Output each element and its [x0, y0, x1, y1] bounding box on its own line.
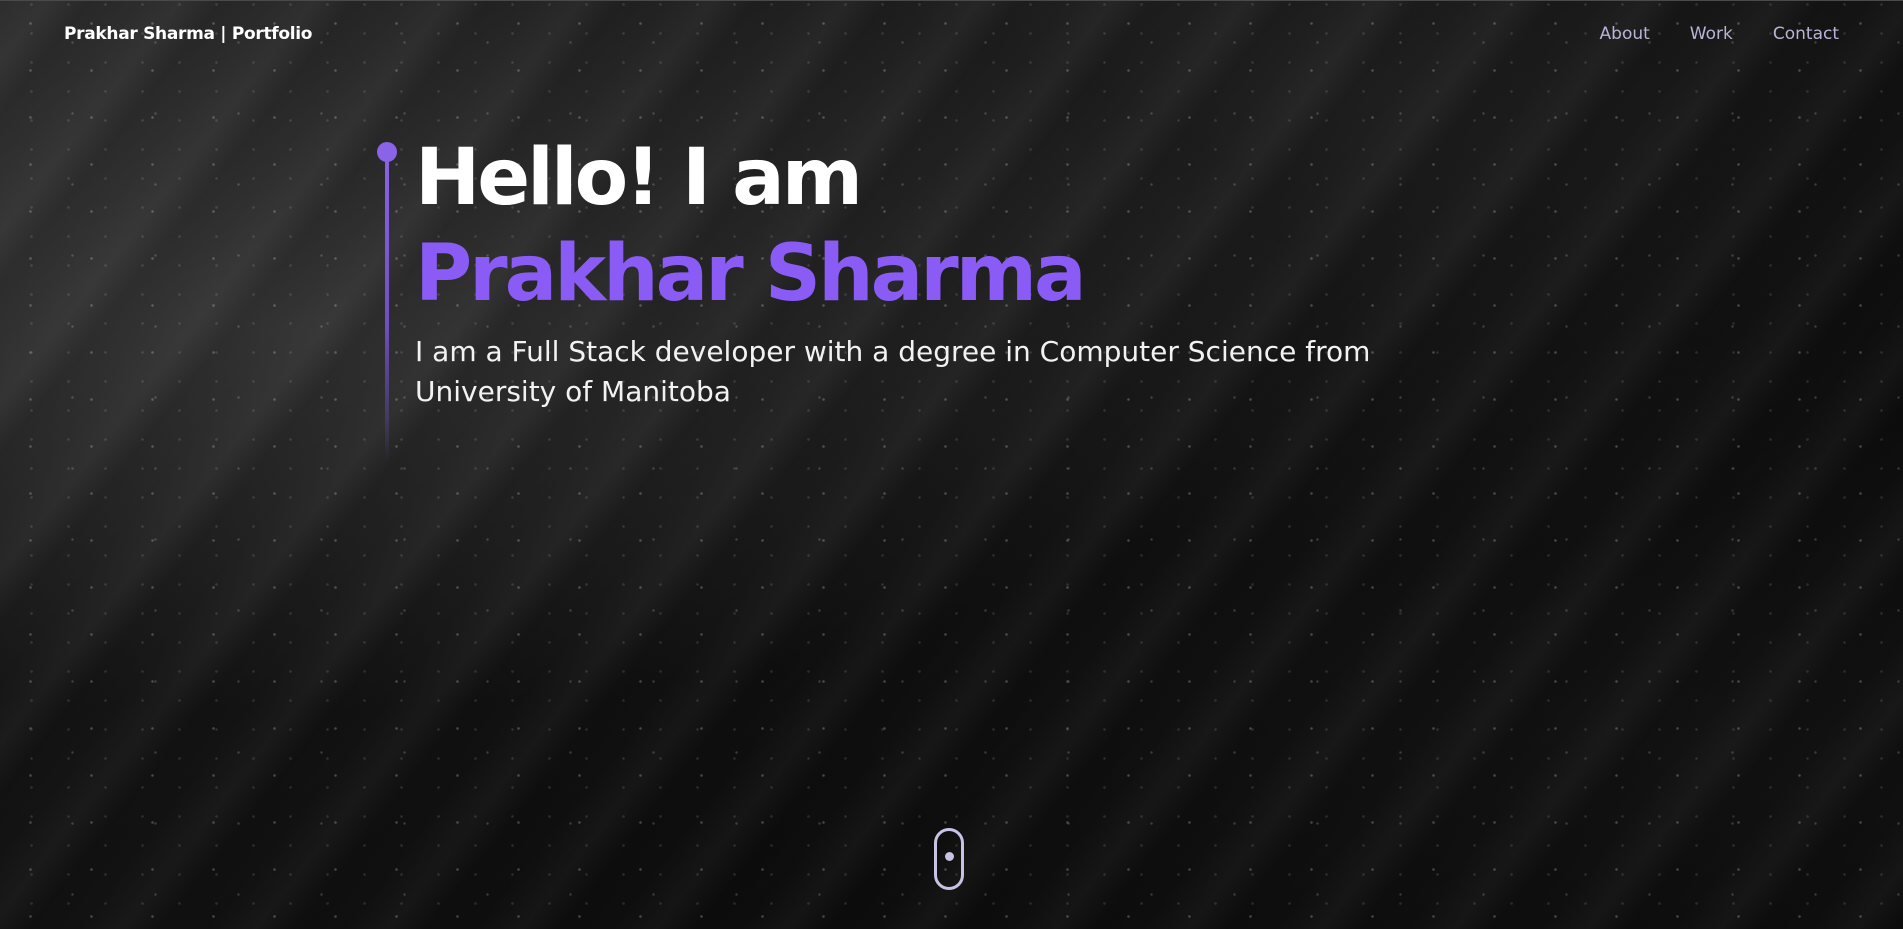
scroll-wheel-dot — [945, 852, 954, 861]
nav-about-link[interactable]: About — [1600, 24, 1650, 44]
top-border — [0, 0, 1903, 1]
mouse-scroll-icon[interactable] — [934, 828, 964, 890]
nav-contact-link[interactable]: Contact — [1773, 24, 1839, 44]
main-nav: About Work Contact — [1600, 24, 1839, 44]
hero-greeting: Hello! I am — [415, 133, 863, 223]
nav-work-link[interactable]: Work — [1690, 24, 1733, 44]
hero-name: Prakhar Sharma — [415, 229, 1087, 319]
hero-timeline — [377, 142, 397, 462]
portfolio-page: Prakhar Sharma | Portfolio About Work Co… — [0, 0, 1903, 929]
hero-section: Hello! I am Prakhar Sharma I am a Full S… — [415, 130, 1515, 412]
hero-description: I am a Full Stack developer with a degre… — [415, 335, 1371, 408]
timeline-line — [385, 156, 389, 462]
brand-logo[interactable]: Prakhar Sharma | Portfolio — [64, 24, 313, 44]
